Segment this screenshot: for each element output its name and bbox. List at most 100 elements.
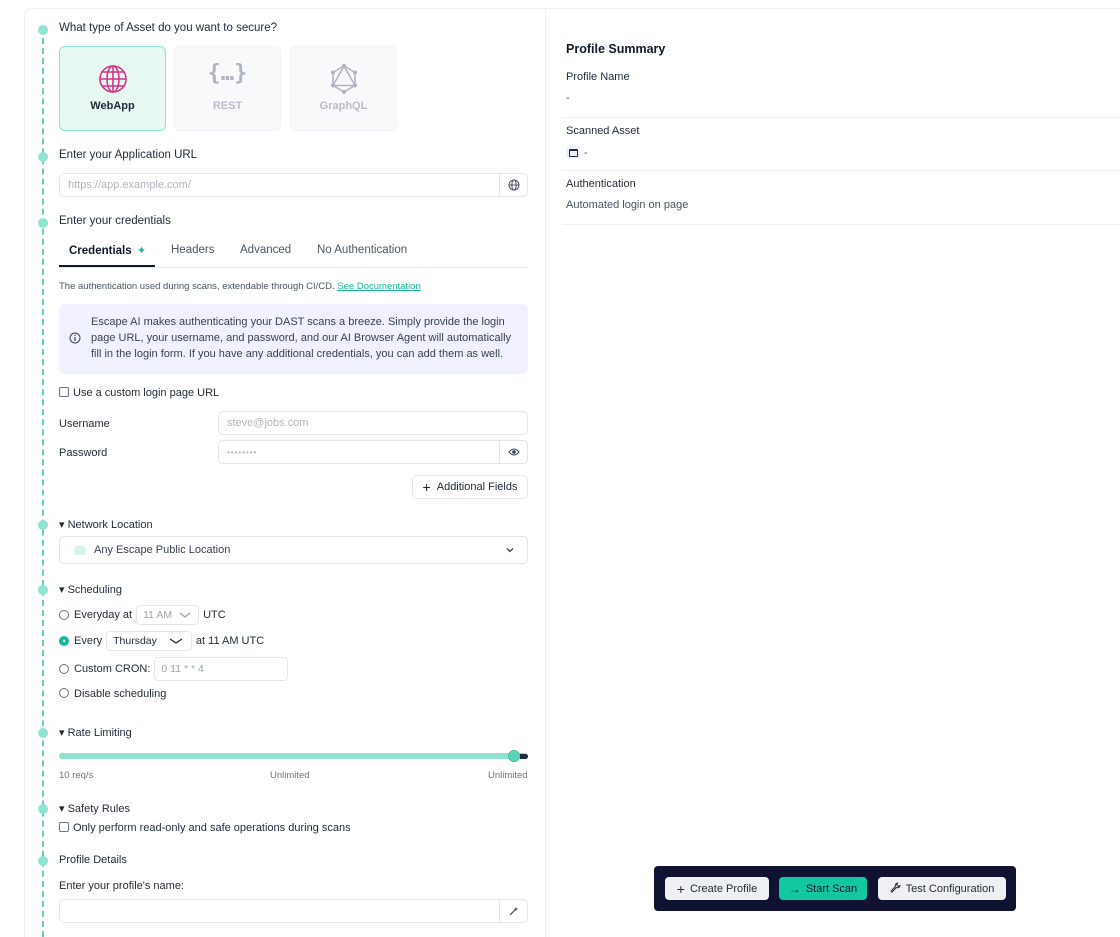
rate-limiting-title[interactable]: ▾ Rate Limiting	[59, 726, 132, 739]
tab-credentials-label: Credentials	[69, 245, 132, 257]
rate-max-label: Unlimited	[488, 770, 528, 781]
create-profile-label: Create Profile	[689, 882, 758, 895]
password-input[interactable]: ••••••••	[218, 440, 528, 464]
cloud-icon	[74, 545, 86, 555]
url-label: Enter your Application URL	[59, 149, 198, 161]
custom-login-label: Use a custom login page URL	[73, 387, 220, 399]
rate-min-label: 10 req/s	[59, 770, 94, 781]
asset-type-label: REST	[212, 100, 243, 112]
tab-credentials[interactable]: Credentials ✦	[69, 244, 146, 257]
tab-no-authentication[interactable]: No Authentication	[317, 244, 407, 256]
timeline-dot	[38, 25, 48, 35]
summary-auth-val: Automated login on page	[566, 199, 689, 211]
summary-auth-key: Authentication	[566, 178, 636, 190]
schedule-custom-row: Custom CRON: 0 11 * * 4	[59, 657, 292, 681]
timeline-dot	[38, 728, 48, 738]
network-title[interactable]: ▾ Network Location	[59, 518, 153, 531]
profile-name-label: Enter your profile's name:	[59, 880, 184, 892]
asset-type-label: GraphQL	[319, 100, 368, 112]
safety-row: Only perform read-only and safe operatio…	[59, 822, 351, 834]
custom-cron-input[interactable]: 0 11 * * 4	[154, 657, 289, 681]
test-configuration-button[interactable]: Test Configuration	[878, 877, 1006, 900]
schedule-disable-row: Disable scheduling	[59, 688, 166, 700]
asset-type-webapp[interactable]: WebApp	[59, 46, 166, 131]
username-input[interactable]: steve@jobs.com	[218, 411, 528, 435]
custom-cron-radio[interactable]	[59, 664, 69, 674]
utc-label: UTC	[203, 609, 226, 621]
additional-fields-label: Additional Fields	[436, 481, 518, 493]
chevron-down-icon	[179, 612, 191, 618]
everyday-time-value: 11 AM	[143, 609, 173, 621]
chevron-down-icon	[169, 638, 183, 644]
info-icon	[69, 332, 81, 347]
asset-badge-icon	[566, 146, 580, 158]
profile-details-title: Profile Details	[59, 854, 127, 866]
summary-separator	[562, 170, 1120, 171]
safety-title[interactable]: ▾ Safety Rules	[59, 802, 130, 815]
custom-cron-placeholder: 0 11 * * 4	[161, 663, 204, 675]
password-placeholder: ••••••••	[227, 447, 258, 457]
custom-login-checkbox[interactable]	[59, 387, 69, 397]
create-profile-button[interactable]: + Create Profile	[665, 877, 769, 900]
test-configuration-label: Test Configuration	[905, 882, 995, 895]
start-scan-button[interactable]: → Start Scan	[779, 877, 867, 900]
eye-icon[interactable]	[499, 441, 527, 463]
summary-profile-name-key: Profile Name	[566, 71, 630, 83]
info-text: Escape AI makes authenticating your DAST…	[91, 316, 512, 360]
rate-slider-thumb[interactable]	[508, 750, 520, 762]
url-placeholder: https://app.example.com/	[68, 179, 191, 191]
start-scan-label: Start Scan	[805, 882, 858, 895]
summary-separator	[562, 117, 1120, 118]
everyday-time-select[interactable]: 11 AM	[136, 605, 200, 625]
asset-type-rest[interactable]: {…} REST	[174, 46, 281, 131]
summary-scanned-asset-row: -	[566, 146, 588, 159]
graphql-icon	[328, 63, 360, 98]
arrow-right-icon: →	[788, 881, 801, 896]
network-location-select[interactable]: Any Escape Public Location	[59, 536, 528, 564]
timeline-dot	[38, 856, 48, 866]
disable-scheduling-radio[interactable]	[59, 688, 69, 698]
asset-type-label: WebApp	[90, 100, 135, 112]
tab-headers[interactable]: Headers	[171, 244, 214, 256]
every-suffix: at 11 AM UTC	[195, 635, 265, 647]
every-radio[interactable]	[59, 636, 69, 646]
app-url-input[interactable]: https://app.example.com/	[59, 173, 528, 197]
custom-cron-label: Custom CRON:	[74, 663, 151, 675]
safety-label: Only perform read-only and safe operatio…	[73, 822, 351, 834]
braces-icon: {…}	[207, 61, 248, 86]
info-box: Escape AI makes authenticating your DAST…	[59, 304, 528, 374]
rate-slider-track[interactable]	[59, 753, 528, 759]
additional-fields-button[interactable]: + Additional Fields	[412, 475, 528, 499]
asset-type-graphql[interactable]: GraphQL	[290, 46, 397, 131]
see-documentation-link[interactable]: See Documentation	[337, 281, 420, 292]
timeline-line	[42, 28, 44, 937]
timeline-dot	[38, 152, 48, 162]
scheduling-title[interactable]: ▾ Scheduling	[59, 583, 122, 596]
timeline-dot	[38, 218, 48, 228]
tab-advanced[interactable]: Advanced	[240, 244, 291, 256]
wrench-icon	[889, 881, 901, 896]
network-selected: Any Escape Public Location	[94, 544, 231, 556]
tab-divider	[59, 267, 528, 268]
sparkle-icon: ✦	[136, 245, 147, 257]
timeline-dot	[38, 520, 48, 530]
everyday-radio[interactable]	[59, 610, 69, 620]
tab-active-indicator	[59, 265, 155, 267]
summary-profile-name-val: -	[566, 92, 570, 104]
timeline-dot	[38, 585, 48, 595]
plus-icon: +	[676, 880, 685, 897]
username-label: Username	[59, 418, 110, 430]
summary-scanned-asset-key: Scanned Asset	[566, 125, 640, 137]
chevron-down-icon	[505, 545, 515, 558]
plus-icon: +	[422, 479, 431, 495]
every-day-select[interactable]: Thursday	[106, 631, 192, 651]
magic-wand-icon[interactable]	[499, 900, 527, 922]
rate-mid-label: Unlimited	[270, 770, 310, 781]
action-bar: + Create Profile → Start Scan Test Confi…	[654, 866, 1016, 911]
disable-scheduling-label: Disable scheduling	[74, 688, 167, 700]
schedule-everyday-row: Everyday at 11 AM UTC	[59, 605, 226, 625]
profile-name-input[interactable]	[59, 899, 528, 923]
panel-divider	[545, 9, 546, 937]
password-label: Password	[59, 447, 108, 459]
safety-checkbox[interactable]	[59, 822, 69, 832]
